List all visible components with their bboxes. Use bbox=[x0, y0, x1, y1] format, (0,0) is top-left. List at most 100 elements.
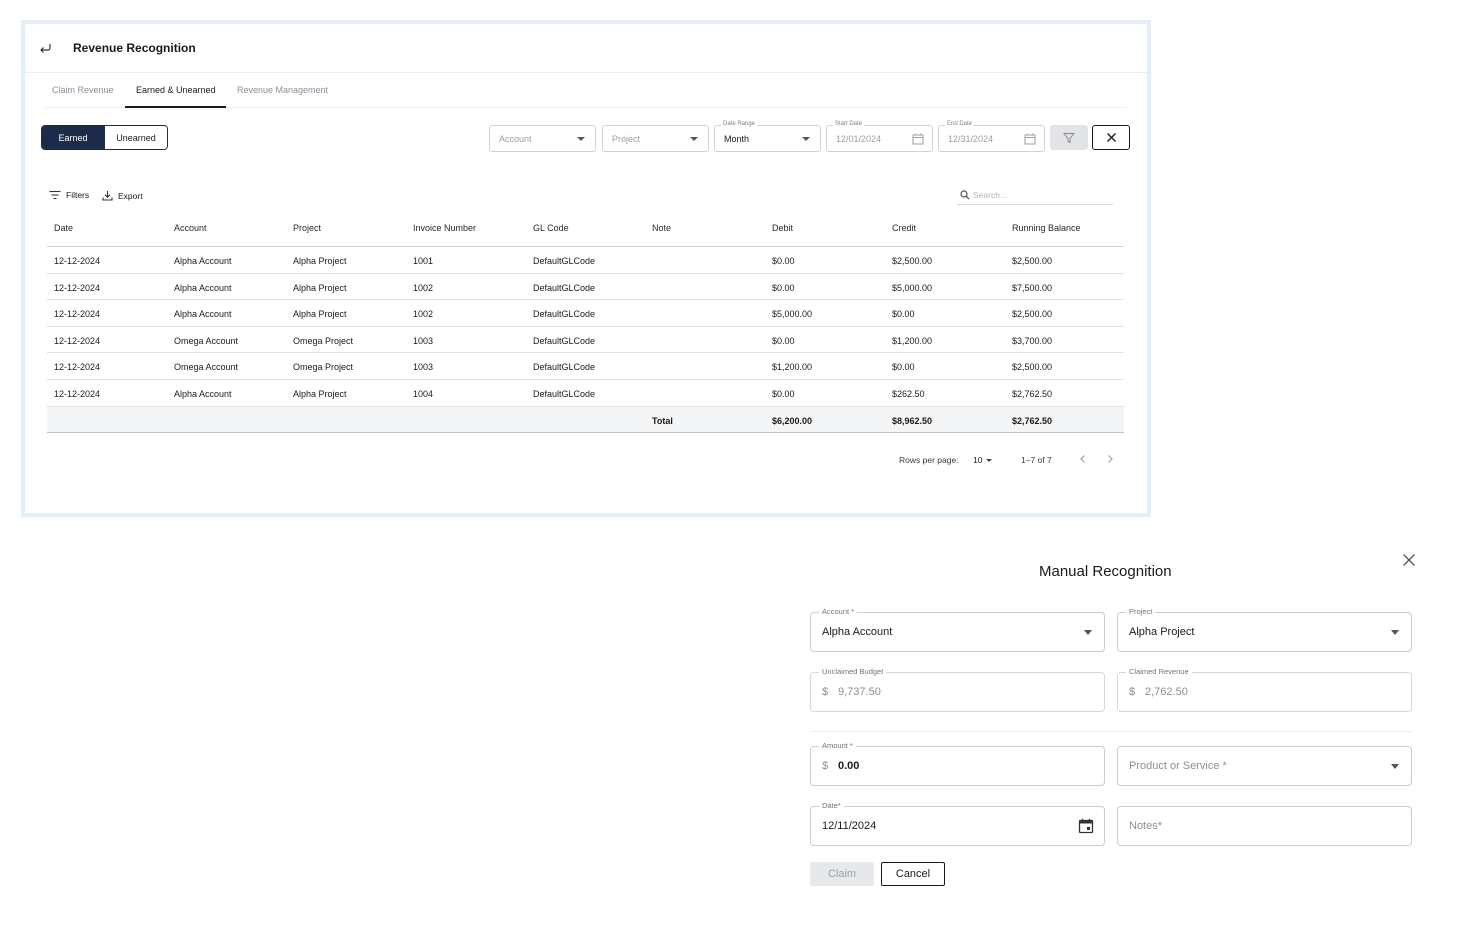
cell-date: 12-12-2024 bbox=[54, 282, 101, 293]
account-filter-select[interactable]: Account bbox=[489, 125, 596, 152]
cell-invoice-number: 1003 bbox=[413, 335, 434, 346]
modal-divider bbox=[810, 731, 1412, 732]
tab-revenue-management[interactable]: Revenue Management bbox=[237, 85, 328, 95]
table-row[interactable]: 12-12-2024 Alpha Account Alpha Project 1002… bbox=[47, 274, 1124, 301]
cell-credit: $0.00 bbox=[892, 362, 915, 373]
rows-per-page-select[interactable]: 10 bbox=[973, 455, 993, 465]
notes-input[interactable]: Notes* bbox=[1117, 806, 1412, 846]
cell-project: Omega Project bbox=[293, 335, 354, 346]
chevron-down-icon bbox=[577, 137, 585, 141]
total-label: Total bbox=[652, 415, 673, 426]
column-header-gl-code[interactable]: GL Code bbox=[533, 223, 569, 233]
date-field-label: Date* bbox=[819, 801, 844, 810]
filters-button[interactable]: Filters bbox=[49, 190, 89, 200]
chevron-left-icon[interactable] bbox=[1078, 454, 1088, 464]
cell-account: Omega Account bbox=[174, 335, 239, 346]
toggle-earned-button[interactable]: Earned bbox=[42, 126, 104, 149]
account-field-value: Alpha Account bbox=[822, 626, 893, 638]
export-button[interactable]: Export bbox=[102, 190, 143, 201]
project-filter-placeholder: Project bbox=[612, 134, 641, 144]
column-header-debit[interactable]: Debit bbox=[772, 223, 793, 233]
column-header-account[interactable]: Account bbox=[174, 223, 207, 233]
date-range-value: Month bbox=[724, 134, 750, 144]
clear-filter-button[interactable] bbox=[1092, 125, 1130, 150]
close-icon[interactable] bbox=[1402, 553, 1416, 567]
cell-running-balance: $7,500.00 bbox=[1012, 282, 1053, 293]
cell-credit: $2,500.00 bbox=[892, 256, 933, 266]
table-row[interactable]: 12-12-2024 Alpha Account Alpha Project 1002… bbox=[47, 300, 1124, 327]
column-header-credit[interactable]: Credit bbox=[892, 223, 916, 233]
chevron-down-icon bbox=[690, 137, 698, 141]
earned-unearned-toggle: Earned Unearned bbox=[41, 125, 168, 150]
start-date-value: 12/01/2024 bbox=[836, 134, 882, 144]
column-header-project[interactable]: Project bbox=[293, 223, 321, 233]
amount-input[interactable]: Amount * $ 0.00 bbox=[810, 741, 1105, 786]
project-field-label: Project bbox=[1126, 607, 1156, 616]
end-date-field[interactable]: End Date 12/31/2024 bbox=[938, 121, 1045, 152]
amount-value: 0.00 bbox=[838, 760, 860, 772]
cell-running-balance: $2,500.00 bbox=[1012, 309, 1053, 320]
rows-per-page-value: 10 bbox=[973, 455, 983, 465]
tab-bar: Claim Revenue Earned & Unearned Revenue … bbox=[25, 73, 1147, 108]
cell-credit: $0.00 bbox=[892, 309, 915, 320]
table-row[interactable]: 12-12-2024 Omega Account Omega Project 1003… bbox=[47, 353, 1124, 380]
cell-gl-code: DefaultGLCode bbox=[533, 388, 596, 399]
cell-debit: $0.00 bbox=[772, 256, 795, 266]
calendar-icon[interactable] bbox=[912, 133, 924, 145]
active-tab-indicator bbox=[125, 106, 226, 108]
modal-project-select[interactable]: Project Alpha Project bbox=[1117, 607, 1412, 652]
cell-account: Alpha Account bbox=[174, 282, 232, 293]
chevron-right-icon[interactable] bbox=[1105, 454, 1115, 464]
cell-date: 12-12-2024 bbox=[54, 335, 101, 346]
column-header-invoice-number[interactable]: Invoice Number bbox=[413, 223, 476, 233]
modal-account-select[interactable]: Account * Alpha Account bbox=[810, 607, 1105, 652]
cell-credit: $5,000.00 bbox=[892, 282, 933, 293]
account-filter-placeholder: Account bbox=[499, 134, 532, 144]
back-arrow-icon[interactable] bbox=[38, 41, 52, 55]
export-label: Export bbox=[118, 190, 143, 201]
claim-button[interactable]: Claim bbox=[810, 862, 874, 886]
amount-currency: $ bbox=[822, 760, 829, 772]
table-row[interactable]: 12-12-2024 Alpha Account Alpha Project 1004… bbox=[47, 380, 1124, 407]
product-service-select[interactable]: Product or Service * bbox=[1117, 746, 1412, 786]
column-header-running-balance[interactable]: Running Balance bbox=[1012, 223, 1081, 233]
search-icon bbox=[960, 190, 970, 200]
apply-filter-button[interactable] bbox=[1050, 125, 1088, 150]
amount-label: Amount * bbox=[819, 741, 856, 750]
search-input[interactable] bbox=[973, 188, 1108, 202]
start-date-label: Start Date bbox=[833, 121, 865, 127]
start-date-field[interactable]: Start Date 12/01/2024 bbox=[826, 121, 933, 152]
cell-date: 12-12-2024 bbox=[54, 362, 101, 373]
cell-account: Omega Account bbox=[174, 362, 239, 373]
account-field-label: Account * bbox=[819, 607, 858, 616]
close-icon bbox=[1106, 133, 1116, 142]
cell-project: Omega Project bbox=[293, 362, 354, 373]
column-header-date[interactable]: Date bbox=[54, 223, 73, 233]
tab-earned-unearned[interactable]: Earned & Unearned bbox=[136, 85, 216, 95]
toggle-unearned-button[interactable]: Unearned bbox=[104, 126, 167, 149]
cancel-button[interactable]: Cancel bbox=[881, 862, 945, 886]
tab-claim-revenue[interactable]: Claim Revenue bbox=[52, 85, 114, 95]
filter-lines-icon bbox=[49, 190, 61, 200]
unclaimed-currency: $ bbox=[822, 686, 829, 698]
revenue-recognition-panel: Revenue Recognition Claim Revenue Earned… bbox=[21, 20, 1151, 517]
cell-running-balance: $2,500.00 bbox=[1012, 362, 1053, 373]
chevron-down-icon bbox=[1084, 630, 1092, 635]
filters-label: Filters bbox=[66, 190, 90, 200]
date-picker-field[interactable]: Date* 12/11/2024 bbox=[810, 801, 1105, 846]
project-filter-select[interactable]: Project bbox=[602, 125, 709, 152]
chevron-down-icon bbox=[1391, 764, 1399, 769]
calendar-icon[interactable] bbox=[1078, 818, 1094, 834]
column-header-note[interactable]: Note bbox=[652, 223, 671, 233]
end-date-value: 12/31/2024 bbox=[948, 134, 994, 144]
table-row[interactable]: 12-12-2024 Alpha Account Alpha Project 1001… bbox=[47, 247, 1124, 274]
product-service-placeholder: Product or Service * bbox=[1129, 760, 1227, 772]
unclaimed-budget-field: Unclaimed Budget $ 9,737.50 bbox=[810, 667, 1105, 712]
cell-gl-code: DefaultGLCode bbox=[533, 335, 596, 346]
page-title: Revenue Recognition bbox=[73, 41, 196, 55]
calendar-icon[interactable] bbox=[1024, 133, 1036, 145]
cell-running-balance: $2,500.00 bbox=[1012, 256, 1053, 266]
cell-project: Alpha Project bbox=[293, 256, 347, 266]
table-row[interactable]: 12-12-2024 Omega Account Omega Project 1003… bbox=[47, 327, 1124, 354]
date-range-select[interactable]: Date Range Month bbox=[714, 121, 821, 152]
